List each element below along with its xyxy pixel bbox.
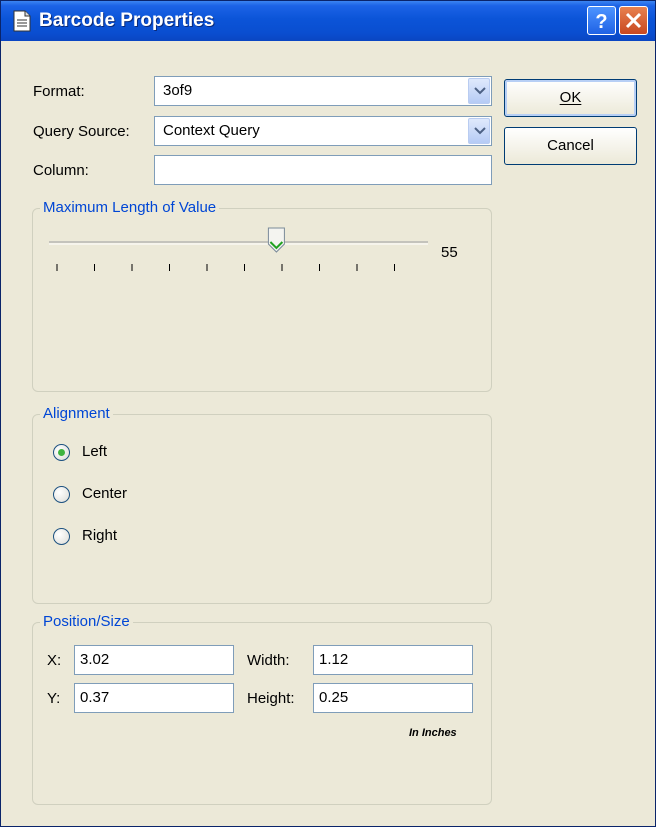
max-length-slider[interactable] (41, 226, 431, 282)
chevron-down-icon (474, 127, 486, 135)
width-label: Width: (247, 652, 290, 669)
close-icon (625, 12, 642, 29)
align-right-radio[interactable] (53, 528, 70, 545)
help-button[interactable]: ? (587, 6, 616, 35)
question-icon: ? (595, 11, 607, 33)
align-center-radio[interactable] (53, 486, 70, 503)
align-right-label[interactable]: Right (82, 527, 117, 544)
ok-button-label: OK (559, 89, 582, 106)
svg-text:?: ? (595, 11, 607, 33)
cancel-button[interactable]: Cancel (504, 127, 637, 165)
column-label: Column: (33, 162, 89, 179)
position-size-group-title: Position/Size (40, 613, 133, 630)
cancel-button-label: Cancel (547, 137, 594, 154)
units-note: In Inches (409, 727, 457, 739)
window-title: Barcode Properties (39, 10, 215, 31)
align-left-label[interactable]: Left (82, 443, 107, 460)
height-value: 0.25 (319, 689, 349, 706)
query-source-dropdown-button[interactable] (468, 118, 490, 144)
format-combobox[interactable]: 3of9 (154, 76, 492, 106)
y-value: 0.37 (80, 689, 110, 706)
align-center-label[interactable]: Center (82, 485, 127, 502)
slider-ticks (56, 264, 395, 271)
column-field[interactable] (154, 155, 492, 185)
max-length-group-title: Maximum Length of Value (40, 199, 220, 216)
height-label: Height: (247, 690, 295, 707)
max-length-value: 55 (441, 244, 458, 261)
width-value: 1.12 (319, 651, 349, 668)
format-value: 3of9 (163, 82, 193, 99)
x-label: X: (47, 652, 62, 669)
x-value: 3.02 (80, 651, 110, 668)
y-label: Y: (47, 690, 61, 707)
query-source-label: Query Source: (33, 123, 130, 140)
chevron-down-icon (474, 87, 486, 95)
y-input[interactable]: 0.37 (74, 683, 234, 713)
format-label: Format: (33, 83, 85, 100)
align-left-radio[interactable] (53, 444, 70, 461)
query-source-value: Context Query (163, 122, 260, 139)
slider-thumb[interactable] (267, 227, 285, 253)
width-input[interactable]: 1.12 (313, 645, 473, 675)
document-icon (13, 10, 31, 32)
close-button[interactable] (619, 6, 648, 35)
barcode-properties-dialog: Barcode Properties ? Format: 3of9 Query … (0, 0, 656, 827)
title-bar[interactable]: Barcode Properties ? (1, 1, 655, 41)
dialog-body: Format: 3of9 Query Source: Context Query… (1, 41, 655, 826)
alignment-group-title: Alignment (40, 405, 113, 422)
height-input[interactable]: 0.25 (313, 683, 473, 713)
format-dropdown-button[interactable] (468, 78, 490, 104)
x-input[interactable]: 3.02 (74, 645, 234, 675)
query-source-combobox[interactable]: Context Query (154, 116, 492, 146)
ok-button[interactable]: OK (504, 79, 637, 117)
